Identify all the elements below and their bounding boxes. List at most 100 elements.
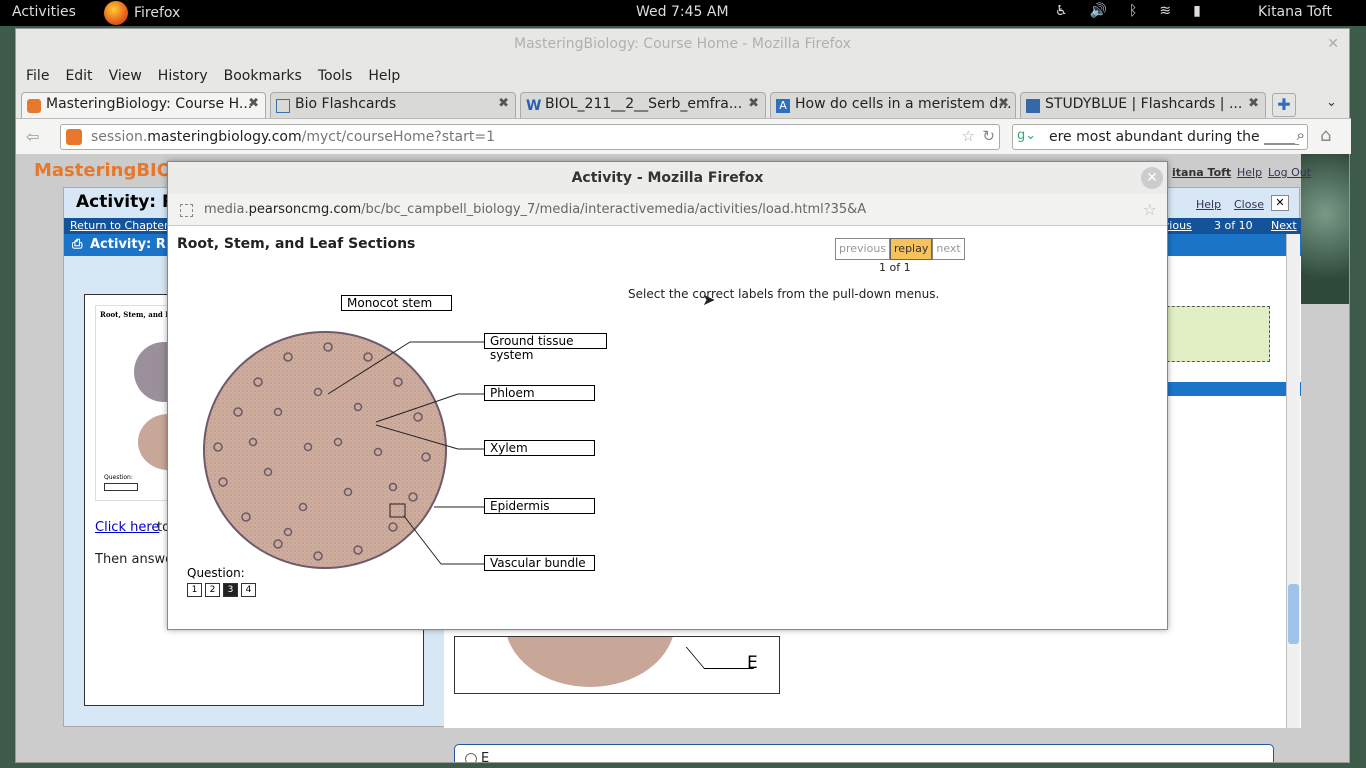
- battery-icon[interactable]: ▮: [1193, 3, 1201, 19]
- bookmark-star-icon[interactable]: ☆: [1143, 200, 1157, 219]
- back-icon[interactable]: ⇦: [26, 127, 39, 146]
- answers-icon: A: [776, 99, 790, 113]
- user-link[interactable]: itana Toft: [1172, 166, 1231, 179]
- navigation-toolbar: ⇦ session.masteringbiology.com/myct/cour…: [16, 118, 1351, 154]
- radio-button[interactable]: [465, 752, 477, 762]
- home-icon[interactable]: ⌂: [1320, 125, 1331, 146]
- label-epidermis[interactable]: Epidermis: [484, 498, 595, 514]
- next-button[interactable]: next: [932, 238, 965, 260]
- popup-url-bar[interactable]: media.pearsoncmg.com/bc/bc_campbell_biol…: [168, 194, 1167, 226]
- label-phloem[interactable]: Phloem: [484, 385, 595, 401]
- system-top-bar: Activities Firefox Wed 7:45 AM ♿ 🔊 ᛒ ≋ ▮…: [0, 0, 1366, 26]
- mouse-cursor-icon: ➤: [702, 290, 716, 309]
- question-label: Question:: [187, 566, 245, 580]
- user-menu[interactable]: Kitana Toft: [1258, 4, 1332, 20]
- activity-popup-window: Activity - Mozilla Firefox ✕ media.pears…: [167, 161, 1168, 630]
- next-link[interactable]: Next: [1271, 219, 1297, 232]
- menu-help[interactable]: Help: [368, 68, 400, 84]
- figure-label-e: E: [747, 653, 758, 673]
- scrollbar[interactable]: [1286, 234, 1300, 728]
- system-tray: ♿ 🔊 ᛒ ≋ ▮: [1055, 3, 1201, 19]
- bluetooth-icon[interactable]: ᛒ: [1129, 3, 1137, 19]
- app-menu[interactable]: Firefox: [104, 0, 180, 26]
- site-identity-icon[interactable]: [66, 129, 82, 145]
- firefox-logo-icon: [104, 1, 128, 25]
- tab-label: Bio Flashcards: [295, 96, 397, 112]
- menu-tools[interactable]: Tools: [318, 68, 353, 84]
- menu-view[interactable]: View: [109, 68, 142, 84]
- replay-button[interactable]: replay: [890, 238, 933, 260]
- tab-list-chevron-icon[interactable]: ⌄: [1326, 95, 1337, 110]
- question-button-3[interactable]: 3: [223, 583, 238, 597]
- close-tab-icon[interactable]: ✖: [748, 96, 759, 111]
- activity-help-link[interactable]: Help: [1196, 198, 1221, 211]
- close-tab-icon[interactable]: ✖: [498, 96, 509, 111]
- thumbnail-question-label: Question:: [104, 474, 133, 481]
- close-tab-icon[interactable]: ✖: [248, 96, 259, 111]
- site-identity-icon[interactable]: [180, 204, 193, 217]
- menu-edit[interactable]: Edit: [65, 68, 92, 84]
- question-selector: 1 2 3 4: [187, 583, 256, 597]
- url-path: /bc/bc_campbell_biology_7/media/interact…: [361, 202, 867, 217]
- close-icon[interactable]: ✕: [1141, 167, 1163, 189]
- masteringbiology-icon: [27, 99, 41, 113]
- search-engine-icon[interactable]: g⌄: [1017, 128, 1036, 143]
- menu-history[interactable]: History: [158, 68, 208, 84]
- label-vascular-bundle[interactable]: Vascular bundle: [484, 555, 595, 571]
- return-to-chapter-link[interactable]: Return to Chapter 3: [70, 219, 179, 232]
- window-title: MasteringBiology: Course Home - Mozilla …: [514, 36, 851, 52]
- activity-heading: Root, Stem, and Leaf Sections: [177, 236, 416, 252]
- item-count: 3 of 10: [1214, 219, 1253, 232]
- label-ground-tissue-system[interactable]: Ground tissue system: [484, 333, 607, 362]
- scrollbar-thumb[interactable]: [1288, 584, 1299, 644]
- tab-label: How do cells in a meristem d...: [795, 96, 1012, 112]
- bookmark-star-icon[interactable]: ☆: [962, 127, 975, 145]
- click-here-link[interactable]: Click here: [95, 520, 159, 535]
- new-tab-icon[interactable]: ✚: [1272, 93, 1296, 117]
- print-icon[interactable]: ⎙: [72, 237, 82, 252]
- label-monocot-stem[interactable]: Monocot stem: [341, 295, 452, 311]
- thumbnail-question-buttons: [104, 483, 138, 491]
- activity-bar-title: Activity: R: [90, 237, 166, 252]
- question-button-4[interactable]: 4: [241, 583, 256, 597]
- volume-icon[interactable]: 🔊: [1090, 3, 1107, 19]
- menu-file[interactable]: File: [26, 68, 49, 84]
- previous-button[interactable]: previous: [835, 238, 891, 260]
- help-link[interactable]: Help: [1237, 166, 1262, 179]
- window-titlebar: MasteringBiology: Course Home - Mozilla …: [16, 29, 1349, 61]
- tab-bio-flashcards[interactable]: Bio Flashcards ✖: [270, 92, 516, 118]
- tab-bar: MasteringBiology: Course H... ✖ Bio Flas…: [16, 90, 1351, 118]
- word-icon: W: [526, 98, 542, 114]
- url-bar[interactable]: session.masteringbiology.com/myct/course…: [60, 124, 1000, 150]
- clock[interactable]: Wed 7:45 AM: [636, 4, 729, 20]
- close-tab-icon[interactable]: ✖: [998, 96, 1009, 111]
- tab-label: BIOL_211__2__Serb_emfra...: [545, 96, 743, 112]
- reload-icon[interactable]: ↻: [982, 127, 995, 145]
- activities-button[interactable]: Activities: [12, 4, 76, 20]
- close-icon[interactable]: ✕: [1271, 195, 1289, 211]
- close-tab-icon[interactable]: ✖: [1248, 96, 1259, 111]
- logout-link[interactable]: Log Out: [1268, 166, 1311, 179]
- tab-studyblue[interactable]: STUDYBLUE | Flashcards | ... ✖: [1020, 92, 1266, 118]
- search-bar[interactable]: g⌄ ere most abundant during the _____ ⌕: [1012, 124, 1308, 150]
- wifi-icon[interactable]: ≋: [1159, 3, 1171, 19]
- activity-close-link[interactable]: Close: [1234, 198, 1264, 211]
- question-button-1[interactable]: 1: [187, 583, 202, 597]
- activity-navigation: previous replay next: [835, 238, 965, 260]
- tab-masteringbiology[interactable]: MasteringBiology: Course H... ✖: [21, 92, 266, 118]
- tab-meristem[interactable]: A How do cells in a meristem d... ✖: [770, 92, 1016, 118]
- question-button-2[interactable]: 2: [205, 583, 220, 597]
- accessibility-icon[interactable]: ♿: [1055, 3, 1068, 19]
- search-icon[interactable]: ⌕: [1294, 126, 1305, 144]
- close-icon[interactable]: ✕: [1327, 29, 1339, 59]
- tab-word-doc[interactable]: W BIOL_211__2__Serb_emfra... ✖: [520, 92, 766, 118]
- choice-e[interactable]: E: [465, 751, 489, 762]
- choice-label: E: [481, 751, 490, 762]
- label-xylem[interactable]: Xylem: [484, 440, 595, 456]
- tab-label: MasteringBiology: Course H...: [46, 96, 253, 112]
- question-figure: E: [454, 636, 780, 694]
- figure-leader-line: [685, 647, 755, 669]
- menu-bookmarks[interactable]: Bookmarks: [224, 68, 302, 84]
- instruction-text: Then answer: [95, 552, 179, 567]
- studyblue-icon: [1026, 99, 1040, 113]
